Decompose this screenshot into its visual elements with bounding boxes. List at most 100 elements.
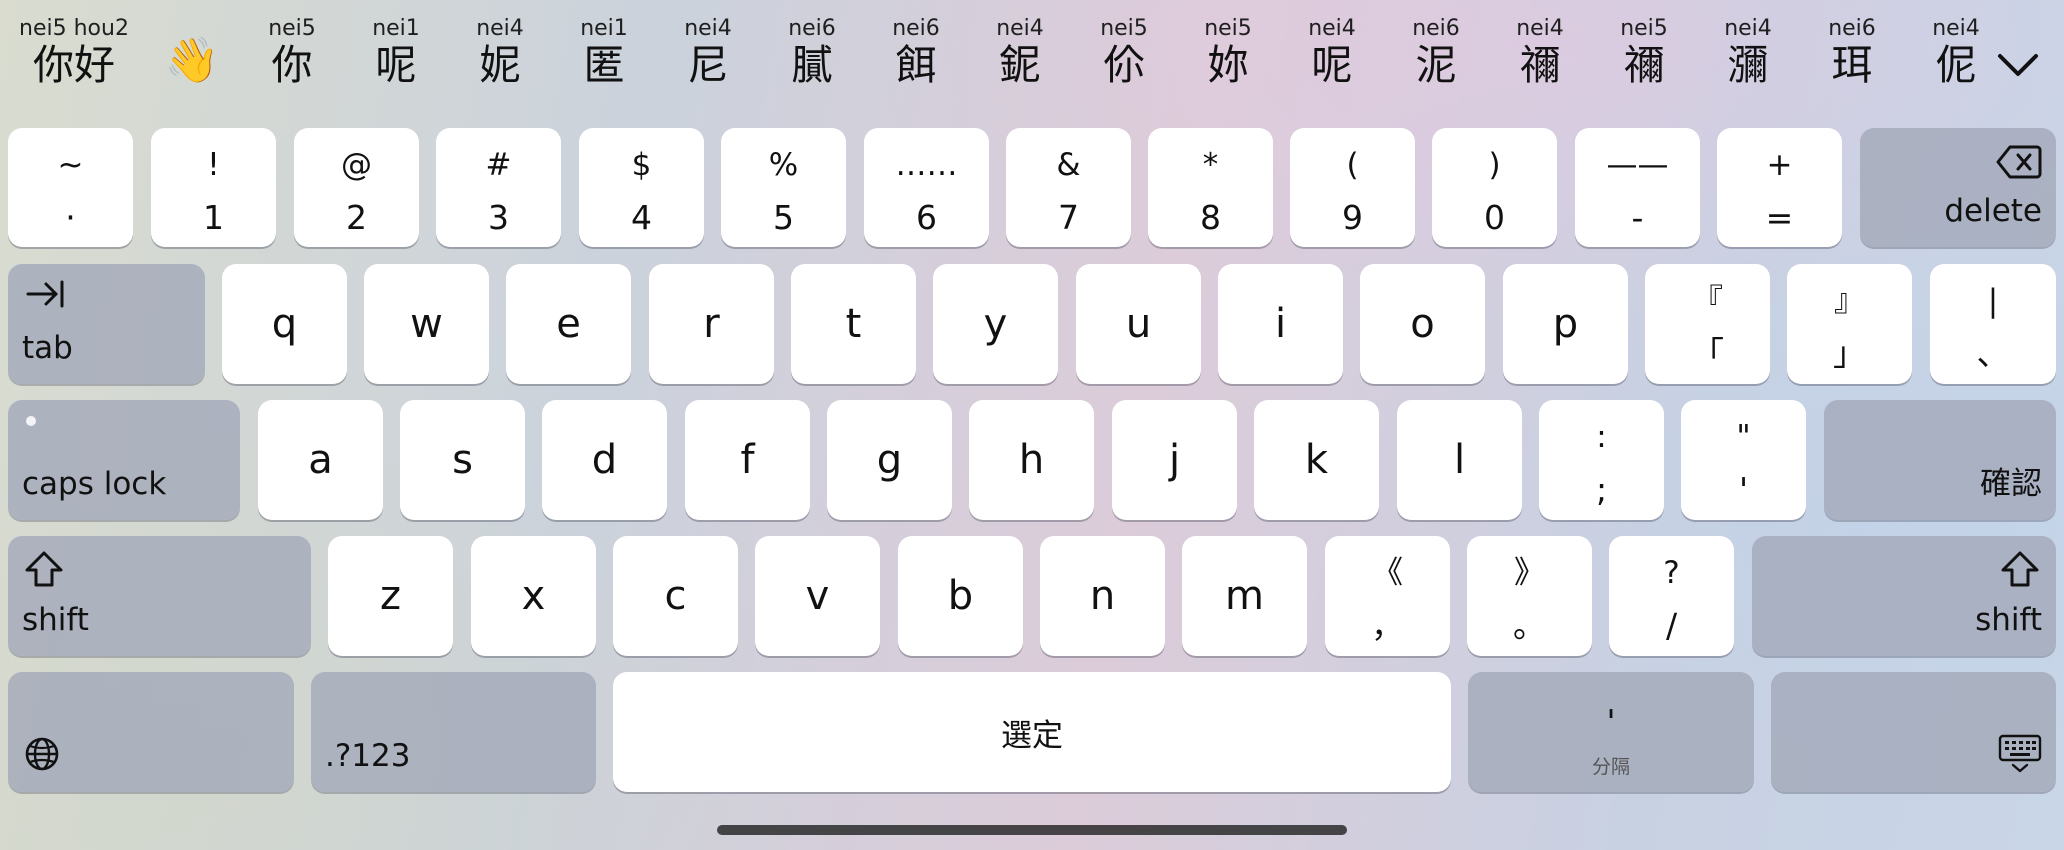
key-b[interactable]: b [898,536,1023,656]
key-l[interactable]: l [1397,400,1522,520]
candidate-item[interactable]: nei5 hou2 你好 [10,0,138,106]
key-upper-symbol: % [768,147,799,183]
candidate-text: 禰 [1623,41,1665,89]
candidate-text: 呢 [375,41,417,89]
key-letter: q [271,301,298,347]
key-lower-symbol: 3 [488,198,509,237]
key-w[interactable]: w [364,264,489,384]
key-s[interactable]: s [400,400,525,520]
key-v[interactable]: v [755,536,880,656]
candidate-item[interactable]: 👋 [158,0,226,106]
candidate-item[interactable]: nei4 鈮 [986,0,1054,106]
candidate-item[interactable]: nei6 珥 [1818,0,1886,106]
key-p[interactable]: p [1503,264,1628,384]
right-shift-key[interactable]: shift [1752,536,2056,656]
candidate-item[interactable]: nei4 妮 [466,0,534,106]
key-lower-symbol: ， [1371,606,1404,645]
confirm-key[interactable]: 確認 [1824,400,2056,520]
key-lower-symbol: 6 [916,198,937,237]
globe-key[interactable] [8,672,294,792]
candidate-romanization: nei5 [1620,16,1668,41]
key-letter: s [452,437,473,483]
key-r[interactable]: r [649,264,774,384]
candidate-item[interactable]: nei6 餌 [882,0,950,106]
key-6[interactable]: …… 6 [864,128,989,247]
key-lower-symbol: 、 [1976,334,2010,373]
candidate-item[interactable]: nei6 泥 [1402,0,1470,106]
caps-lock-key[interactable]: caps lock [8,400,240,520]
key-t[interactable]: t [791,264,916,384]
tab-key[interactable]: tab [8,264,205,384]
key-m[interactable]: m [1182,536,1307,656]
key-d[interactable]: d [542,400,667,520]
key-f[interactable]: f [685,400,810,520]
separator-key[interactable]: ' 分隔 [1468,672,1754,792]
candidate-item[interactable]: nei6 膩 [778,0,846,106]
candidate-text: 泥 [1415,41,1457,89]
key-comma[interactable]: 《 ， [1325,536,1450,656]
candidate-item[interactable]: nei4 瀰 [1714,0,1782,106]
key-j[interactable]: j [1112,400,1237,520]
key-g[interactable]: g [827,400,952,520]
key-3[interactable]: # 3 [436,128,561,247]
key-lower-symbol: 。 [1513,606,1546,645]
key-slash[interactable]: ? / [1609,536,1734,656]
candidate-item[interactable]: nei4 尼 [674,0,742,106]
home-indicator[interactable] [717,825,1347,835]
candidate-item[interactable]: nei4 呢 [1298,0,1366,106]
key-o[interactable]: o [1360,264,1485,384]
candidate-item[interactable]: nei1 匿 [570,0,638,106]
key-dash[interactable]: —— - [1575,128,1700,247]
key-k[interactable]: k [1254,400,1379,520]
candidate-item[interactable]: nei1 呢 [362,0,430,106]
key-z[interactable]: z [328,536,453,656]
key-0[interactable]: ) 0 [1432,128,1557,247]
key-8[interactable]: * 8 [1148,128,1273,247]
key-a[interactable]: a [258,400,383,520]
space-key[interactable]: 選定 [613,672,1451,792]
key-equals[interactable]: + = [1717,128,1842,247]
caps-lock-label: caps lock [22,466,167,502]
key-lower-symbol: / [1665,606,1678,645]
candidate-item[interactable]: nei5 禰 [1610,0,1678,106]
key-c[interactable]: c [613,536,738,656]
left-shift-key[interactable]: shift [8,536,311,656]
key-2[interactable]: @ 2 [294,128,419,247]
key-period[interactable]: 》 。 [1467,536,1592,656]
candidate-item[interactable]: nei5 妳 [1194,0,1262,106]
key-4[interactable]: $ 4 [579,128,704,247]
candidate-item[interactable]: nei4 伲 [1922,0,1990,106]
key-n[interactable]: n [1040,536,1165,656]
key-letter: u [1125,301,1152,347]
key-1[interactable]: ! 1 [151,128,276,247]
numbers-key[interactable]: .?123 [311,672,596,792]
key-quote[interactable]: " ' [1681,400,1806,520]
dismiss-keyboard-key[interactable] [1771,672,2056,792]
key-x[interactable]: x [471,536,596,656]
key-q[interactable]: q [222,264,347,384]
key-upper-symbol: 《 [1372,555,1403,591]
key-tilde[interactable]: ~ · [8,128,133,247]
candidate-romanization: nei4 [1308,16,1356,41]
key-h[interactable]: h [969,400,1094,520]
candidate-item[interactable]: nei4 禰 [1506,0,1574,106]
key-i[interactable]: i [1218,264,1343,384]
key-pipe[interactable]: | 、 [1930,264,2056,384]
key-9[interactable]: ( 9 [1290,128,1415,247]
key-lower-symbol: 8 [1200,198,1221,237]
key-letter: x [521,573,546,619]
key-u[interactable]: u [1076,264,1201,384]
expand-candidates-button[interactable] [1990,36,2046,92]
candidate-item[interactable]: nei5 你 [258,0,326,106]
key-letter: i [1274,301,1287,347]
candidate-item[interactable]: nei5 伱 [1090,0,1158,106]
delete-key[interactable]: delete [1860,128,2056,247]
key-left-corner-bracket[interactable]: 『 「 [1645,264,1770,384]
key-semicolon[interactable]: : ; [1539,400,1664,520]
key-right-corner-bracket[interactable]: 』 」 [1787,264,1912,384]
key-5[interactable]: % 5 [721,128,846,247]
key-e[interactable]: e [506,264,631,384]
key-upper-symbol: " [1736,419,1751,455]
key-y[interactable]: y [933,264,1058,384]
key-7[interactable]: & 7 [1006,128,1131,247]
